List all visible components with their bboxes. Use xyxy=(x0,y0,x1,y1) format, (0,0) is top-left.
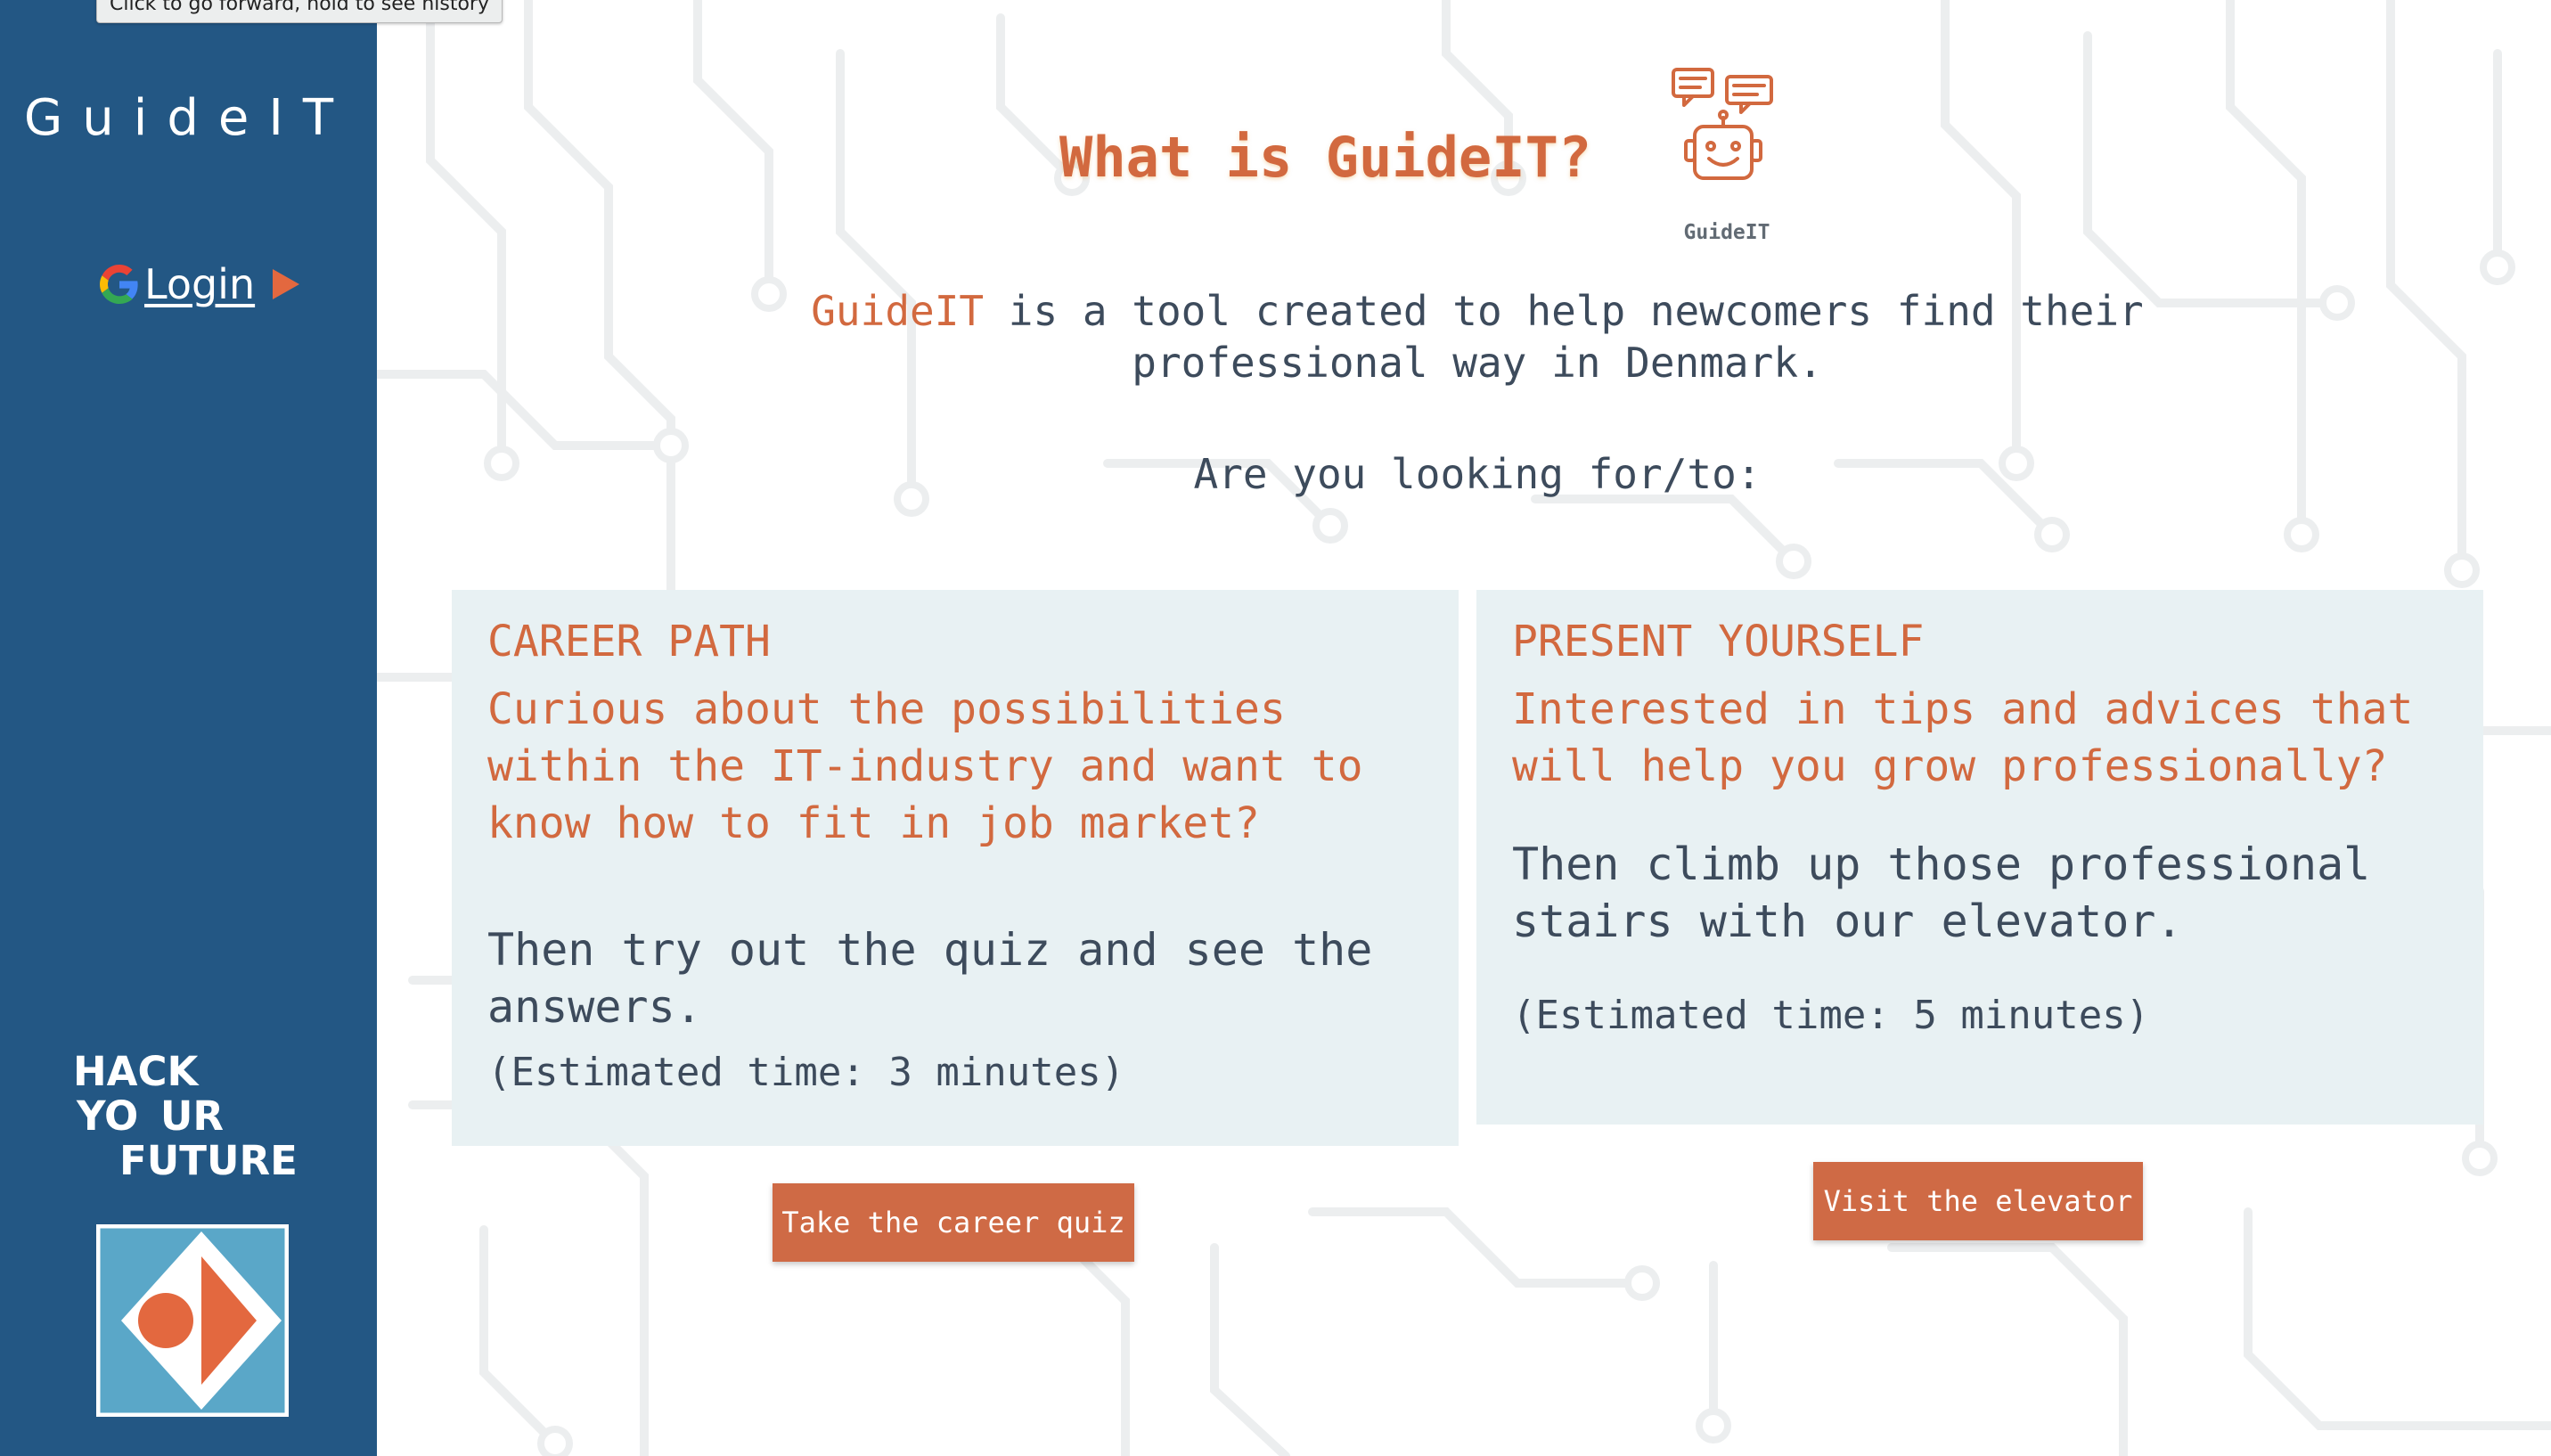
career-lead: Curious about the possibilities within t… xyxy=(487,684,1363,848)
present-heading: PRESENT YOURSELF xyxy=(1512,617,1925,667)
intro-brand: GuideIT xyxy=(811,287,985,335)
brand-title: GuideIT xyxy=(23,89,354,147)
google-icon xyxy=(100,265,138,304)
career-path-card: CAREER PATH Curious about the possibilit… xyxy=(452,590,1459,1146)
robot-chat-icon xyxy=(1672,68,1773,180)
play-arrow-icon xyxy=(273,269,300,299)
question-text: Are you looking for/to: xyxy=(1193,450,1762,498)
hyf-logo-icon xyxy=(96,1224,289,1417)
career-body: Then try out the quiz and see the answer… xyxy=(487,924,1373,1033)
robot-caption: GuideIT xyxy=(1683,221,1770,244)
navigation-tooltip: Click to go forward, hold to see history xyxy=(96,0,503,23)
main-content: What is GuideIT? GuideIT GuideIT is a to… xyxy=(377,0,2551,1456)
present-yourself-card: PRESENT YOURSELF Interested in tips and … xyxy=(1476,590,2483,1125)
hyf-line-3: FUTURE xyxy=(119,1137,298,1184)
hyf-line-2: YO UR xyxy=(77,1092,225,1140)
career-time: (Estimated time: 3 minutes) xyxy=(487,1050,1125,1095)
intro-text: GuideIT is a tool created to help newcom… xyxy=(751,285,2204,389)
hack-your-future-wordmark: HACK YO UR FUTURE xyxy=(73,1050,298,1183)
hyf-line-1: HACK xyxy=(73,1048,199,1095)
page-title: What is GuideIT? xyxy=(1059,125,1592,190)
present-body: Then climb up those professional stairs … xyxy=(1512,838,2371,947)
login-link[interactable]: Login xyxy=(100,260,300,308)
visit-elevator-button[interactable]: Visit the elevator xyxy=(1813,1162,2143,1240)
present-time: (Estimated time: 5 minutes) xyxy=(1512,993,2150,1038)
take-career-quiz-button[interactable]: Take the career quiz xyxy=(773,1183,1134,1262)
sidebar: GuideIT Login HACK YO UR FUTURE xyxy=(0,0,377,1456)
present-lead: Interested in tips and advices that will… xyxy=(1512,684,2414,791)
intro-description: is a tool created to help newcomers find… xyxy=(984,287,2144,387)
login-label[interactable]: Login xyxy=(144,260,255,308)
career-heading: CAREER PATH xyxy=(487,617,771,667)
